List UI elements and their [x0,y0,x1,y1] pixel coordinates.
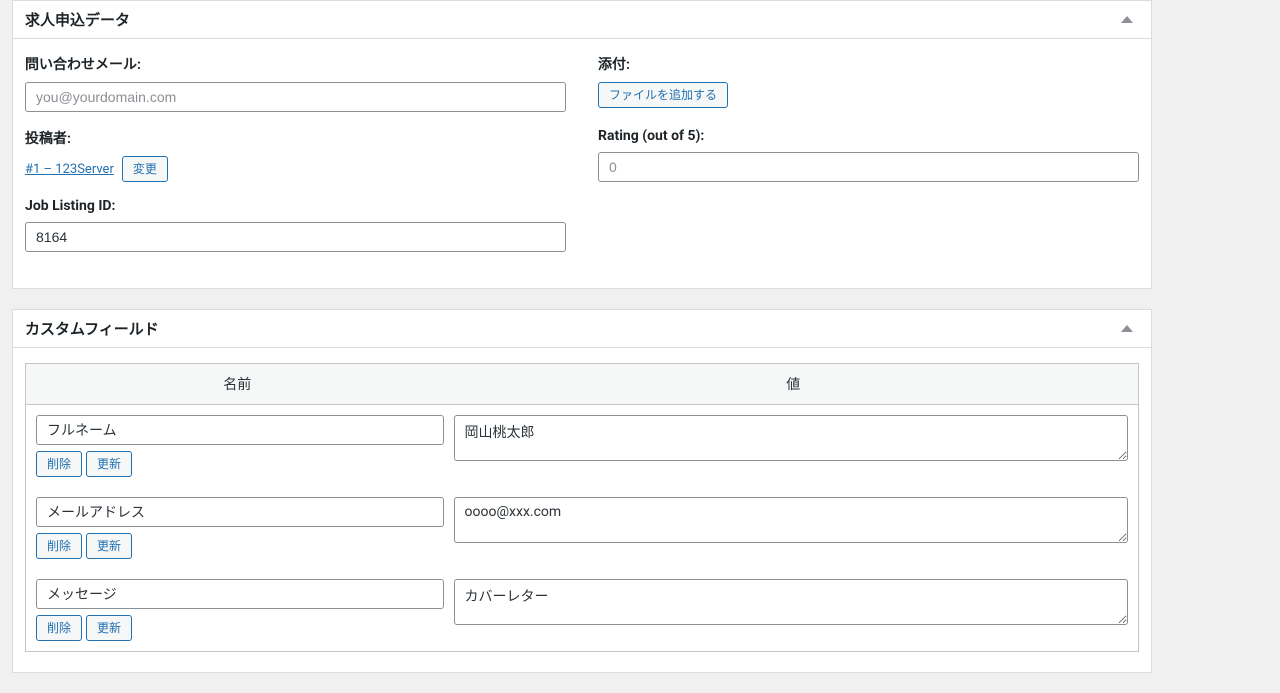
update-button[interactable]: 更新 [86,451,132,477]
collapse-toggle-icon[interactable] [1121,16,1133,23]
attachment-field: 添付: ファイルを追加する [598,54,1139,112]
column-header-name: 名前 [26,364,449,405]
update-button[interactable]: 更新 [86,615,132,641]
rating-field: Rating (out of 5): [598,128,1139,182]
table-row: 削除 更新 [26,569,1138,651]
panel-header: カスタムフィールド [13,310,1151,348]
cf-value-textarea[interactable] [454,415,1128,461]
cf-value-textarea[interactable] [454,579,1128,625]
attachment-label: 添付: [598,54,1139,74]
table-row: 削除 更新 [26,487,1138,569]
table-row: 削除 更新 [26,405,1138,487]
column-header-value: 値 [449,364,1138,405]
panel-body: 問い合わせメール: 添付: ファイルを追加する 投稿者: #1 – 123Ser… [13,39,1151,288]
rating-input[interactable] [598,152,1139,182]
collapse-toggle-icon[interactable] [1121,325,1133,332]
update-button[interactable]: 更新 [86,533,132,559]
contact-email-field: 問い合わせメール: [25,54,566,112]
panel-header: 求人申込データ [13,1,1151,39]
rating-label: Rating (out of 5): [598,128,1139,144]
delete-button[interactable]: 削除 [36,533,82,559]
panel-body: 名前 値 削除 更新 [13,348,1151,672]
contact-email-label: 問い合わせメール: [25,54,566,74]
add-file-button[interactable]: ファイルを追加する [598,82,728,108]
contact-email-input[interactable] [25,82,566,112]
cf-name-input[interactable] [36,415,444,445]
job-listing-id-field: Job Listing ID: [25,198,566,252]
job-listing-id-label: Job Listing ID: [25,198,566,214]
change-author-button[interactable]: 変更 [122,156,168,182]
custom-fields-table: 名前 値 削除 更新 [25,363,1139,652]
job-application-data-panel: 求人申込データ 問い合わせメール: 添付: ファイルを追加する 投稿者: #1 … [12,0,1152,289]
custom-fields-panel: カスタムフィールド 名前 値 削除 更新 [12,309,1152,673]
posted-by-field: 投稿者: #1 – 123Server 変更 [25,128,566,182]
panel-title: 求人申込データ [25,9,130,30]
job-listing-id-input[interactable] [25,222,566,252]
cf-name-input[interactable] [36,497,444,527]
author-link[interactable]: #1 – 123Server [25,162,114,177]
cf-name-input[interactable] [36,579,444,609]
cf-value-textarea[interactable] [454,497,1128,543]
posted-by-label: 投稿者: [25,128,566,148]
delete-button[interactable]: 削除 [36,615,82,641]
delete-button[interactable]: 削除 [36,451,82,477]
panel-title: カスタムフィールド [25,318,159,339]
